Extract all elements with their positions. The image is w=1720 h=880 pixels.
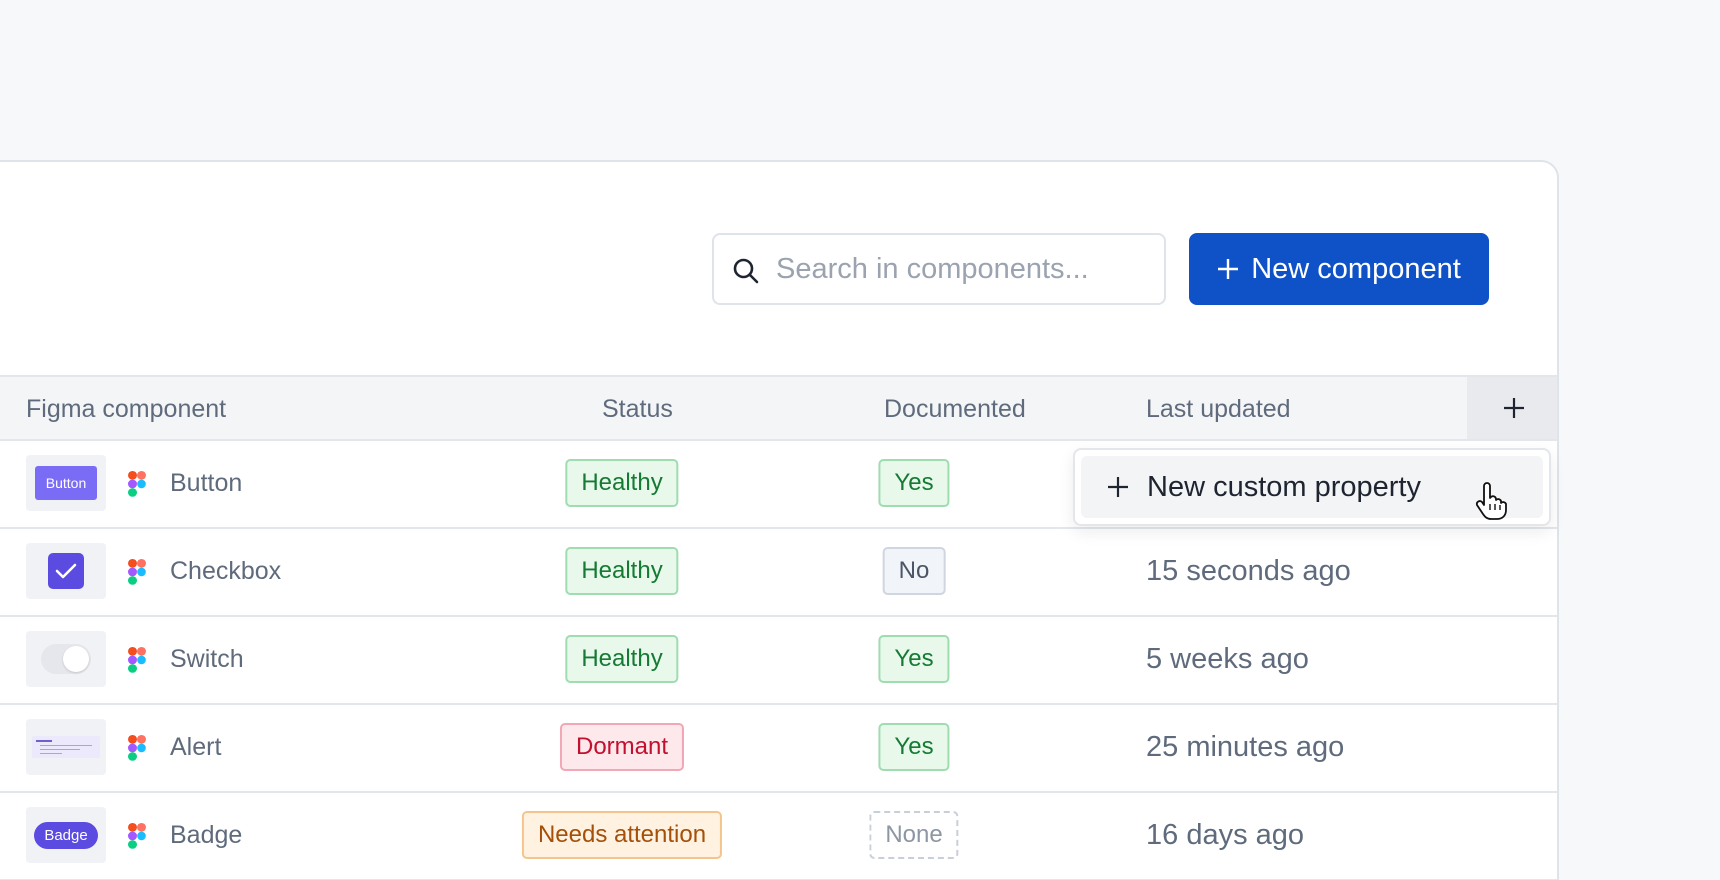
status-badge: Healthy bbox=[565, 635, 679, 683]
badge-thumbnail: Badge bbox=[26, 807, 106, 863]
table-header: Figma component Status Documented Last u… bbox=[0, 375, 1557, 441]
figma-icon bbox=[128, 559, 146, 585]
thumbnail-alert-preview bbox=[32, 736, 100, 758]
thumbnail-badge-preview: Badge bbox=[34, 821, 98, 849]
component-name[interactable]: Badge bbox=[170, 821, 242, 850]
figma-icon bbox=[128, 471, 146, 497]
status-badge: Dormant bbox=[559, 723, 685, 771]
new-custom-property-label: New custom property bbox=[1147, 470, 1421, 503]
new-component-button[interactable]: New component bbox=[1189, 233, 1489, 305]
plus-icon bbox=[1504, 398, 1524, 418]
switch-knob bbox=[63, 646, 89, 672]
status-badge: Needs attention bbox=[521, 811, 723, 859]
figma-icon bbox=[128, 735, 146, 761]
new-component-label: New component bbox=[1251, 252, 1461, 285]
thumbnail-switch-preview bbox=[41, 644, 91, 674]
documented-badge: Yes bbox=[878, 723, 950, 771]
add-column-button[interactable] bbox=[1467, 377, 1557, 439]
pointer-hand-icon bbox=[1475, 482, 1507, 520]
column-header-figma-component: Figma component bbox=[26, 395, 227, 423]
search-box[interactable] bbox=[712, 233, 1166, 305]
last-updated-text: 5 weeks ago bbox=[1146, 643, 1309, 675]
last-updated-text: 15 seconds ago bbox=[1146, 555, 1351, 587]
table-row[interactable]: Badge Badge Needs attention None 16 days… bbox=[0, 793, 1557, 880]
documented-badge: None bbox=[869, 811, 959, 859]
search-input[interactable] bbox=[776, 235, 1156, 303]
component-name[interactable]: Alert bbox=[170, 733, 221, 762]
component-name[interactable]: Button bbox=[170, 469, 242, 498]
table-row[interactable]: Checkbox Healthy No 15 seconds ago bbox=[0, 529, 1557, 617]
component-name[interactable]: Checkbox bbox=[170, 557, 281, 586]
column-header-status: Status bbox=[602, 395, 673, 423]
last-updated-text: 16 days ago bbox=[1146, 819, 1305, 851]
thumbnail-checkbox-preview bbox=[48, 553, 84, 589]
last-updated-text: 25 minutes ago bbox=[1146, 731, 1345, 763]
search-icon bbox=[733, 258, 759, 284]
button-thumbnail: Button bbox=[26, 455, 106, 511]
figma-icon bbox=[128, 823, 146, 849]
column-header-last-updated: Last updated bbox=[1146, 395, 1291, 423]
documented-badge: Yes bbox=[878, 459, 950, 507]
status-badge: Healthy bbox=[565, 459, 679, 507]
plus-icon bbox=[1218, 259, 1239, 279]
table-row[interactable]: Alert Dormant Yes 25 minutes ago bbox=[0, 705, 1557, 793]
column-header-documented: Documented bbox=[884, 395, 1026, 423]
component-name[interactable]: Switch bbox=[170, 645, 244, 674]
checkbox-thumbnail bbox=[26, 543, 106, 599]
alert-thumbnail bbox=[26, 719, 106, 775]
table-row[interactable]: Switch Healthy Yes 5 weeks ago bbox=[0, 617, 1557, 705]
figma-icon bbox=[128, 647, 146, 673]
thumbnail-button-preview: Button bbox=[34, 466, 98, 500]
plus-icon bbox=[1108, 477, 1128, 497]
documented-badge: No bbox=[882, 547, 946, 595]
documented-badge: Yes bbox=[878, 635, 950, 683]
check-icon bbox=[55, 563, 77, 579]
switch-thumbnail bbox=[26, 631, 106, 687]
status-badge: Healthy bbox=[565, 547, 679, 595]
